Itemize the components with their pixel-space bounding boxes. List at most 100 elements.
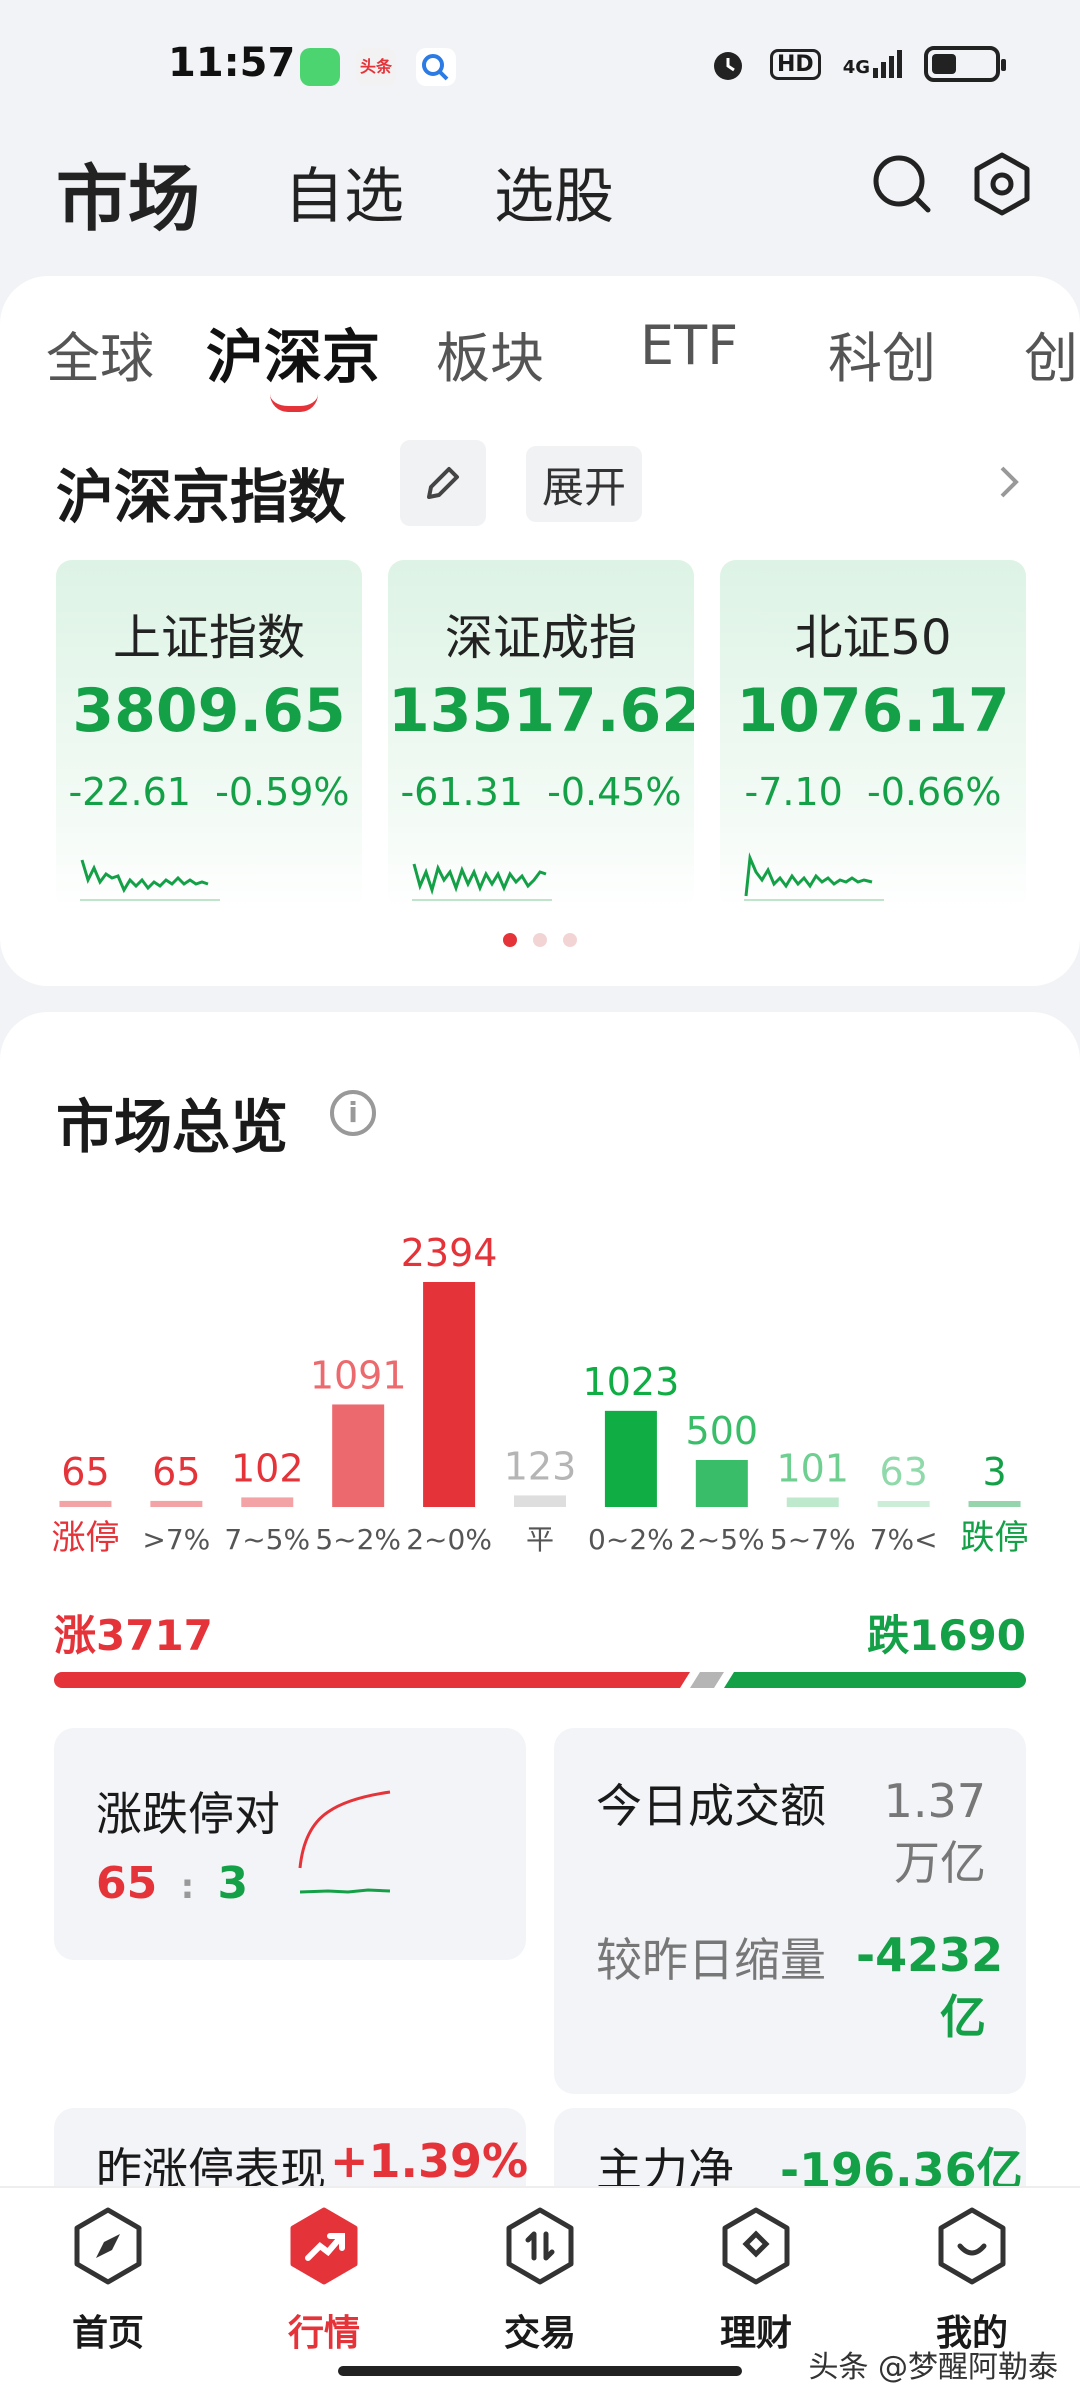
compass-icon (74, 2207, 142, 2285)
sparkline (412, 863, 552, 901)
index-section-title: 沪深京指数 (56, 463, 347, 531)
search-icon[interactable] (870, 152, 934, 216)
volume-value: 1.37万亿 (883, 1774, 986, 1890)
bar-label-10: 跌停 (961, 1518, 1029, 1558)
subtab-star[interactable]: 科创 (828, 314, 936, 393)
bar-5 (514, 1495, 566, 1507)
bar-4 (423, 1282, 476, 1507)
wealth-icon (722, 2207, 790, 2285)
bar-value-7: 500 (686, 1409, 759, 1453)
bar-value-1: 65 (152, 1450, 200, 1494)
bar-value-4: 2394 (401, 1231, 498, 1275)
index-change: -22.61 -0.59% (68, 770, 350, 814)
bar-9 (877, 1501, 930, 1507)
chevron-right-icon[interactable] (996, 462, 1022, 502)
bar-1 (150, 1500, 203, 1507)
bar-label-7: 2~5% (679, 1523, 765, 1556)
nav-trade[interactable]: 交易 (480, 2206, 600, 2356)
volume-label: 今日成交额 (596, 1779, 826, 1833)
bar-label-2: 7~5% (224, 1523, 310, 1556)
bar-label-4: 2~0% (406, 1523, 492, 1556)
limit-ratio: 65 : 3 (96, 1858, 249, 1909)
subtab-hushenjing[interactable]: 沪深京 (206, 310, 380, 394)
network-icon: 4G (843, 50, 902, 78)
index-card-sz[interactable]: 深证成指 13517.62 -61.31 -0.45% (388, 560, 694, 910)
bar-label-0: 涨停 (51, 1518, 119, 1558)
index-name: 北证50 (794, 610, 952, 666)
tab-watchlist[interactable]: 自选 (284, 148, 404, 235)
volume-card[interactable]: 今日成交额 1.37万亿 较昨日缩量 -4232亿 (554, 1728, 1026, 2094)
bar-0 (59, 1500, 112, 1507)
rise-count: 涨3717 (54, 1611, 213, 1660)
page-dot[interactable] (563, 933, 577, 947)
tab-stock-picker[interactable]: 选股 (494, 148, 614, 235)
bar-value-9: 63 (879, 1450, 927, 1494)
index-value: 13517.62 (388, 676, 694, 746)
bar-label-3: 5~2% (315, 1523, 401, 1556)
nav-wealth[interactable]: 理财 (696, 2206, 816, 2356)
watermark: 头条 @梦醒阿勒泰 (808, 2350, 1058, 2385)
settings-icon[interactable] (970, 152, 1034, 216)
edit-button[interactable] (400, 440, 486, 526)
rise-fall-labels: 涨3717 跌1690 (54, 1602, 1026, 1662)
home-indicator[interactable] (338, 2366, 742, 2376)
status-time: 11:57 (168, 40, 296, 86)
nav-market[interactable]: 行情 (264, 2206, 384, 2356)
profile-icon (938, 2207, 1006, 2285)
bar-value-10: 3 (982, 1450, 1006, 1494)
distribution-chart: 65 涨停 65 >7% 102 7~5% 1091 5~2% 2394 2~0% 123 平 1023… (51, 1231, 1029, 1558)
bar-7 (695, 1460, 748, 1507)
bar-8 (786, 1497, 839, 1507)
alarm-icon (714, 52, 742, 80)
bar-label-1: >7% (142, 1523, 210, 1556)
page-dot[interactable] (533, 933, 547, 947)
tab-market[interactable]: 市场 (56, 140, 200, 245)
limit-card[interactable]: 涨跌停对 65 : 3 (54, 1728, 526, 1960)
index-name: 深证成指 (444, 610, 637, 666)
bar-10 (968, 1501, 1021, 1507)
bar-label-6: 0~2% (588, 1523, 674, 1556)
bar-value-2: 102 (231, 1446, 304, 1490)
index-change: -61.31 -0.45% (400, 770, 682, 814)
hd-badge: HD (770, 48, 821, 80)
battery-icon (924, 46, 1006, 82)
header: 市场 自选 选股 (0, 130, 1080, 270)
pencil-icon (427, 467, 459, 499)
limit-trend-chart (298, 1790, 391, 1894)
info-icon[interactable]: i (330, 1090, 376, 1136)
index-card-bj50[interactable]: 北证50 1076.17 -7.10 -0.66% (720, 560, 1026, 910)
messages-icon (300, 48, 340, 86)
subtab-sector[interactable]: 板块 (436, 314, 544, 393)
subtab-global[interactable]: 全球 (46, 314, 154, 393)
index-section: 沪深京指数 展开 上证指数 3809.65 -22.61 -0.59% 深证成指… (0, 416, 1080, 986)
sparkline (744, 852, 884, 901)
expand-button[interactable]: 展开 (526, 446, 642, 522)
index-card-sh[interactable]: 上证指数 3809.65 -22.61 -0.59% (56, 560, 362, 910)
yesterday-value: +1.39% (330, 2134, 529, 2188)
sparkline (80, 859, 220, 901)
bar-value-3: 1091 (310, 1353, 407, 1397)
active-tab-indicator (270, 394, 318, 412)
subtab-etf[interactable]: ETF (640, 314, 738, 377)
bar-label-5: 平 (526, 1523, 554, 1556)
status-right: HD 4G (708, 44, 1006, 84)
limit-card-title: 涨跌停对 (96, 1787, 280, 1841)
bar-label-9: 7%< (870, 1523, 938, 1556)
index-value: 1076.17 (736, 676, 1010, 746)
bar-value-5: 123 (504, 1444, 577, 1488)
bar-value-0: 65 (61, 1450, 109, 1494)
bar-6 (604, 1410, 657, 1507)
sub-tabs: 全球 沪深京 板块 ETF 科创 创 (0, 276, 1080, 416)
bar-2 (241, 1497, 294, 1507)
fall-count: 跌1690 (867, 1611, 1026, 1660)
status-bar: 11:57 头条 HD 4G (0, 0, 1080, 130)
subtab-chinext[interactable]: 创 (1024, 314, 1078, 393)
nav-profile[interactable]: 我的 (912, 2206, 1032, 2356)
compare-label: 较昨日缩量 (596, 1933, 826, 1987)
bar-3 (332, 1404, 385, 1507)
rise-fall-bar (54, 1672, 1026, 1688)
overview-title: 市场总览 (56, 1093, 289, 1161)
index-name: 上证指数 (112, 610, 305, 666)
page-dot[interactable] (503, 933, 517, 947)
nav-home[interactable]: 首页 (48, 2206, 168, 2356)
